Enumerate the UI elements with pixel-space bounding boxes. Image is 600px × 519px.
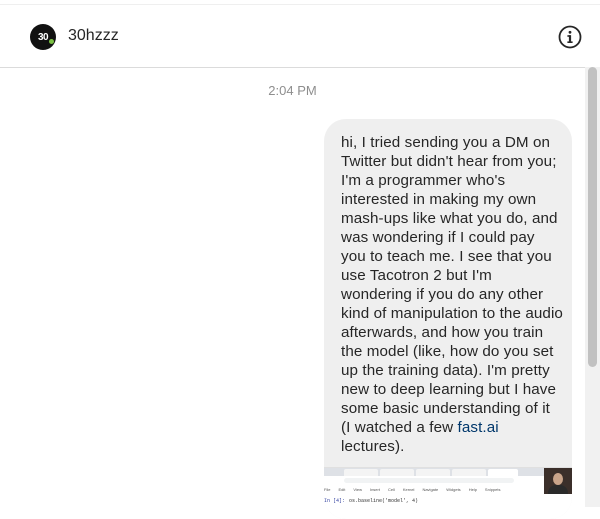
info-icon-svg bbox=[558, 25, 582, 49]
attachment-menu-item: Navigate bbox=[422, 487, 439, 492]
attachment-tab bbox=[416, 469, 450, 476]
attachment-menu-item: Kernel bbox=[402, 487, 415, 492]
attachment-browser-tabs bbox=[324, 468, 572, 476]
webcam-face bbox=[553, 473, 563, 485]
avatar-logo-text: 30 bbox=[37, 31, 49, 43]
avatar-accent-dot bbox=[49, 39, 54, 44]
attachment-tab-active bbox=[488, 469, 518, 476]
avatar[interactable]: 30 bbox=[30, 24, 56, 50]
attachment-tab bbox=[452, 469, 486, 476]
attachment-menu-item: Edit bbox=[338, 487, 346, 492]
message-text: hi, I tried sending you a DM on Twitter … bbox=[341, 133, 563, 456]
attachment-address-bar bbox=[344, 478, 514, 483]
attachment-webcam-thumbnail bbox=[544, 468, 572, 494]
message-text-body: hi, I tried sending you a DM on Twitter … bbox=[341, 134, 563, 436]
info-icon[interactable] bbox=[558, 25, 582, 49]
message-text-tail: lectures). bbox=[341, 438, 405, 455]
attachment-tab bbox=[380, 469, 414, 476]
attachment-menu-item: Insert bbox=[369, 487, 380, 492]
screenshot-attachment[interactable]: File Edit View Insert Cell Kernel Navigate Widg… bbox=[324, 467, 572, 519]
message-timestamp: 2:04 PM bbox=[268, 83, 317, 98]
attachment-notebook-menu: File Edit View Insert Cell Kernel Navigate Widg… bbox=[324, 487, 544, 493]
attachment-menu-item: Cell bbox=[387, 487, 395, 492]
attachment-menu-item: Snippets bbox=[484, 487, 501, 492]
message-bubble[interactable]: hi, I tried sending you a DM on Twitter … bbox=[324, 119, 572, 519]
attachment-cell-code: os.baseline('model', 4) bbox=[349, 498, 419, 504]
attachment-menu-item: Widgets bbox=[446, 487, 461, 492]
message-link[interactable]: fast.ai bbox=[458, 419, 499, 436]
attachment-cell-prompt: In [4]: bbox=[324, 498, 346, 504]
attachment-menu-item: Help bbox=[468, 487, 477, 492]
webcam-body bbox=[548, 485, 568, 494]
attachment-tab bbox=[344, 469, 378, 476]
scrollbar[interactable] bbox=[585, 67, 600, 507]
scrollbar-thumb[interactable] bbox=[588, 67, 597, 367]
attachment-code-cell: In [4]: os.baseline('model', 4) bbox=[324, 498, 544, 510]
conversation-header: 30 30hzzz bbox=[0, 5, 600, 68]
username[interactable]: 30hzzz bbox=[68, 27, 119, 45]
attachment-menu-item: View bbox=[353, 487, 362, 492]
attachment-menu-item: File bbox=[324, 487, 331, 492]
